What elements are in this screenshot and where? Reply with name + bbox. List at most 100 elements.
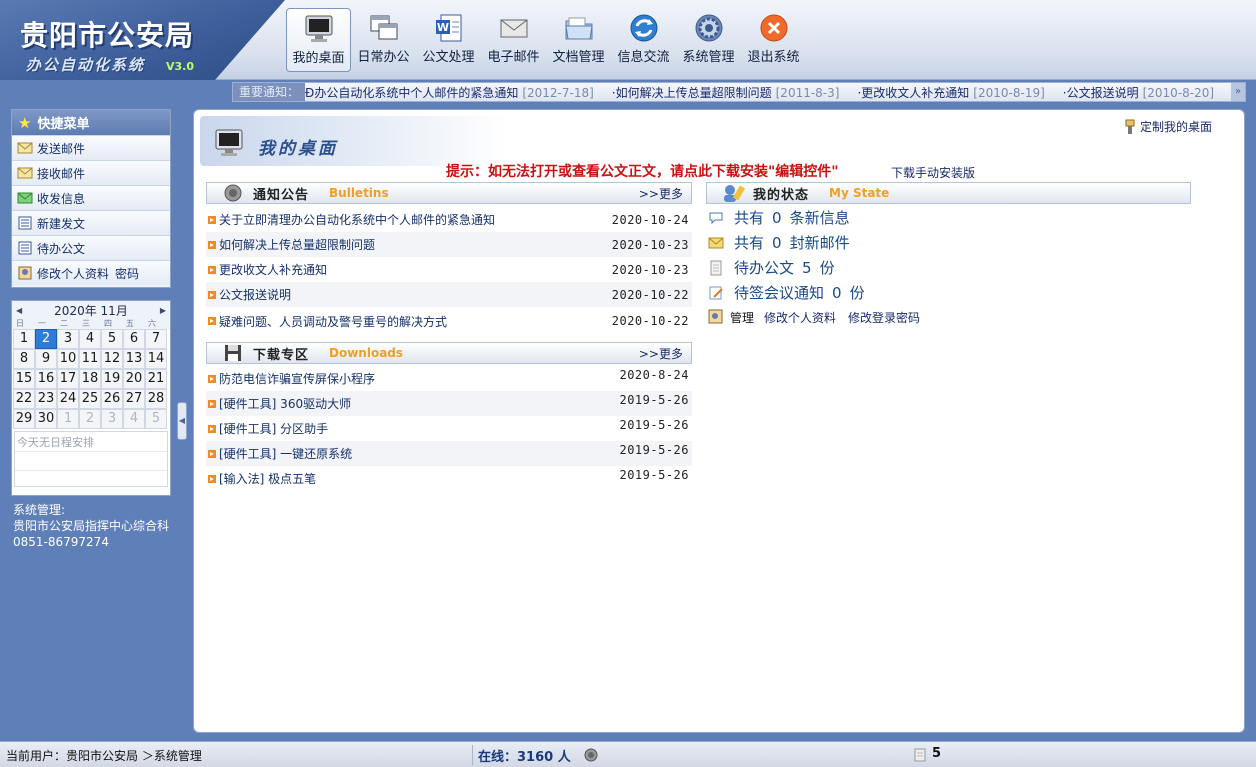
- nav-daily-office[interactable]: 日常办公: [351, 8, 416, 72]
- calendar-day-today[interactable]: 2: [35, 329, 57, 349]
- quick-menu-new-document[interactable]: 新建发文: [12, 210, 170, 235]
- calendar-day[interactable]: 8: [13, 349, 35, 369]
- list-item[interactable]: 如何解决上传总量超限制问题 2020-10-23: [206, 232, 692, 257]
- calendar-day[interactable]: 23: [35, 389, 57, 409]
- customize-desktop-link[interactable]: 定制我的桌面: [1123, 118, 1212, 135]
- star-icon: ★: [18, 113, 32, 132]
- quick-menu-messages[interactable]: 收发信息: [12, 185, 170, 210]
- calendar-day[interactable]: 13: [123, 349, 145, 369]
- calendar-day[interactable]: 4: [79, 329, 101, 349]
- item-title[interactable]: 疑难问题、人员调动及警号重号的解决方式: [219, 313, 447, 330]
- calendar-day[interactable]: 16: [35, 369, 57, 389]
- bulletins-subtitle: Bulletins: [329, 186, 389, 200]
- nav-document-processing[interactable]: W 公文处理: [416, 8, 481, 72]
- item-title[interactable]: [硬件工具] 分区助手: [219, 420, 328, 437]
- calendar-day[interactable]: 7: [145, 329, 167, 349]
- calendar-header: ◀ 2020年 11月 ▶: [12, 301, 170, 319]
- calendar-day[interactable]: 10: [57, 349, 79, 369]
- calendar-day[interactable]: 17: [57, 369, 79, 389]
- item-title[interactable]: 如何解决上传总量超限制问题: [219, 236, 375, 253]
- document-count-icon[interactable]: [914, 748, 926, 762]
- calendar-day[interactable]: 29: [13, 409, 35, 429]
- calendar-day[interactable]: 20: [123, 369, 145, 389]
- calendar-next-button[interactable]: ▶: [160, 306, 166, 315]
- ticker-item[interactable]: Ð办公自动化系统中个人邮件的紧急通知 [2012-7-18]: [305, 84, 594, 101]
- calendar-day[interactable]: 12: [101, 349, 123, 369]
- calendar-day[interactable]: 26: [101, 389, 123, 409]
- nav-email[interactable]: 电子邮件: [481, 8, 546, 72]
- word-document-icon: W: [435, 14, 461, 42]
- item-title[interactable]: 更改收文人补充通知: [219, 261, 327, 278]
- state-new-messages[interactable]: 共有 0 条新信息: [708, 205, 1188, 230]
- quick-menu-label: 修改个人资料: [37, 266, 110, 281]
- manual-install-link[interactable]: 下载手动安装版: [891, 164, 975, 181]
- ticker-scroll-button[interactable]: »: [1231, 83, 1245, 101]
- list-item[interactable]: 防范电信诈骗宣传屏保小程序 2020-8-24: [206, 366, 692, 391]
- nav-my-desktop[interactable]: 我的桌面: [286, 8, 351, 72]
- calendar-day[interactable]: 1: [13, 329, 35, 349]
- calendar-day[interactable]: 14: [145, 349, 167, 369]
- quick-menu-pending-documents[interactable]: 待办公文: [12, 235, 170, 260]
- calendar-day[interactable]: 1: [57, 409, 79, 429]
- list-item[interactable]: 疑难问题、人员调动及警号重号的解决方式 2020-10-22: [206, 307, 692, 335]
- nav-document-management[interactable]: 文档管理: [546, 8, 611, 72]
- item-title[interactable]: 防范电信诈骗宣传屏保小程序: [219, 370, 375, 387]
- list-item[interactable]: [硬件工具] 分区助手 2019-5-26: [206, 416, 692, 441]
- state-new-mail[interactable]: 共有 0 封新邮件: [708, 230, 1188, 255]
- item-title[interactable]: 关于立即清理办公自动化系统中个人邮件的紧急通知: [219, 211, 495, 228]
- list-item[interactable]: [硬件工具] 一键还原系统 2019-5-26: [206, 441, 692, 466]
- item-title[interactable]: [硬件工具] 一键还原系统: [219, 445, 352, 462]
- calendar-day[interactable]: 30: [35, 409, 57, 429]
- state-meeting-notices[interactable]: 待签会议通知 0 份: [708, 280, 1188, 305]
- list-item[interactable]: 更改收文人补充通知 2020-10-23: [206, 257, 692, 282]
- state-post: 份: [819, 259, 835, 277]
- calendar-day[interactable]: 27: [123, 389, 145, 409]
- calendar-day[interactable]: 19: [101, 369, 123, 389]
- quick-menu-send-mail[interactable]: 发送邮件: [12, 135, 170, 160]
- calendar-day[interactable]: 28: [145, 389, 167, 409]
- calendar-day[interactable]: 25: [79, 389, 101, 409]
- calendar-prev-button[interactable]: ◀: [16, 306, 22, 315]
- nav-information-exchange[interactable]: 信息交流: [611, 8, 676, 72]
- calendar-day[interactable]: 24: [57, 389, 79, 409]
- ticker-item[interactable]: ·如何解决上传总量超限制问题 [2011-8-3]: [612, 84, 840, 101]
- ticker-item[interactable]: ·更改收文人补充通知 [2010-8-19]: [857, 84, 1044, 101]
- calendar-day[interactable]: 3: [101, 409, 123, 429]
- downloads-more-link[interactable]: >>更多: [639, 345, 683, 362]
- quick-menu-receive-mail[interactable]: 接收邮件: [12, 160, 170, 185]
- calendar-day[interactable]: 9: [35, 349, 57, 369]
- quick-menu-edit-profile[interactable]: 修改个人资料 密码: [12, 260, 170, 285]
- item-title[interactable]: [硬件工具] 360驱动大师: [219, 395, 351, 412]
- calendar-day[interactable]: 21: [145, 369, 167, 389]
- list-item[interactable]: 公文报送说明 2020-10-22: [206, 282, 692, 307]
- calendar-day[interactable]: 2: [79, 409, 101, 429]
- main-panel: 我的桌面 定制我的桌面 提示：如无法打开或查看公文正文，请点此下载安装"编辑控件…: [193, 109, 1245, 733]
- list-item[interactable]: [输入法] 极点五笔 2019-5-26: [206, 466, 692, 491]
- nav-exit[interactable]: 退出系统: [741, 8, 806, 72]
- calendar-day[interactable]: 3: [57, 329, 79, 349]
- change-password-link[interactable]: 修改登录密码: [848, 309, 920, 326]
- list-item[interactable]: [硬件工具] 360驱动大师 2019-5-26: [206, 391, 692, 416]
- calendar-day[interactable]: 18: [79, 369, 101, 389]
- online-users-icon[interactable]: [584, 748, 598, 762]
- ticker-item[interactable]: ·公文报送说明 [2010-8-20]: [1063, 84, 1214, 101]
- edit-profile-link[interactable]: 修改个人资料: [764, 309, 836, 326]
- sidebar-collapse-button[interactable]: ◀: [177, 402, 187, 440]
- calendar-day[interactable]: 6: [123, 329, 145, 349]
- calendar-day[interactable]: 4: [123, 409, 145, 429]
- calendar-day[interactable]: 22: [13, 389, 35, 409]
- state-pre: 待签会议通知: [734, 284, 825, 302]
- calendar-day[interactable]: 15: [13, 369, 35, 389]
- item-title[interactable]: [输入法] 极点五笔: [219, 470, 316, 487]
- status-divider: [472, 745, 473, 765]
- nav-system-management[interactable]: 系统管理: [676, 8, 741, 72]
- state-pending-documents[interactable]: 待办公文 5 份: [708, 255, 1188, 280]
- bulletins-more-link[interactable]: >>更多: [639, 185, 683, 202]
- calendar-day[interactable]: 11: [79, 349, 101, 369]
- install-control-tip[interactable]: 提示：如无法打开或查看公文正文，请点此下载安装"编辑控件": [446, 161, 839, 181]
- list-item[interactable]: 关于立即清理办公自动化系统中个人邮件的紧急通知 2020-10-24: [206, 207, 692, 232]
- calendar-month-label: 2020年 11月: [54, 302, 128, 319]
- item-title[interactable]: 公文报送说明: [219, 286, 291, 303]
- calendar-day[interactable]: 5: [101, 329, 123, 349]
- calendar-day[interactable]: 5: [145, 409, 167, 429]
